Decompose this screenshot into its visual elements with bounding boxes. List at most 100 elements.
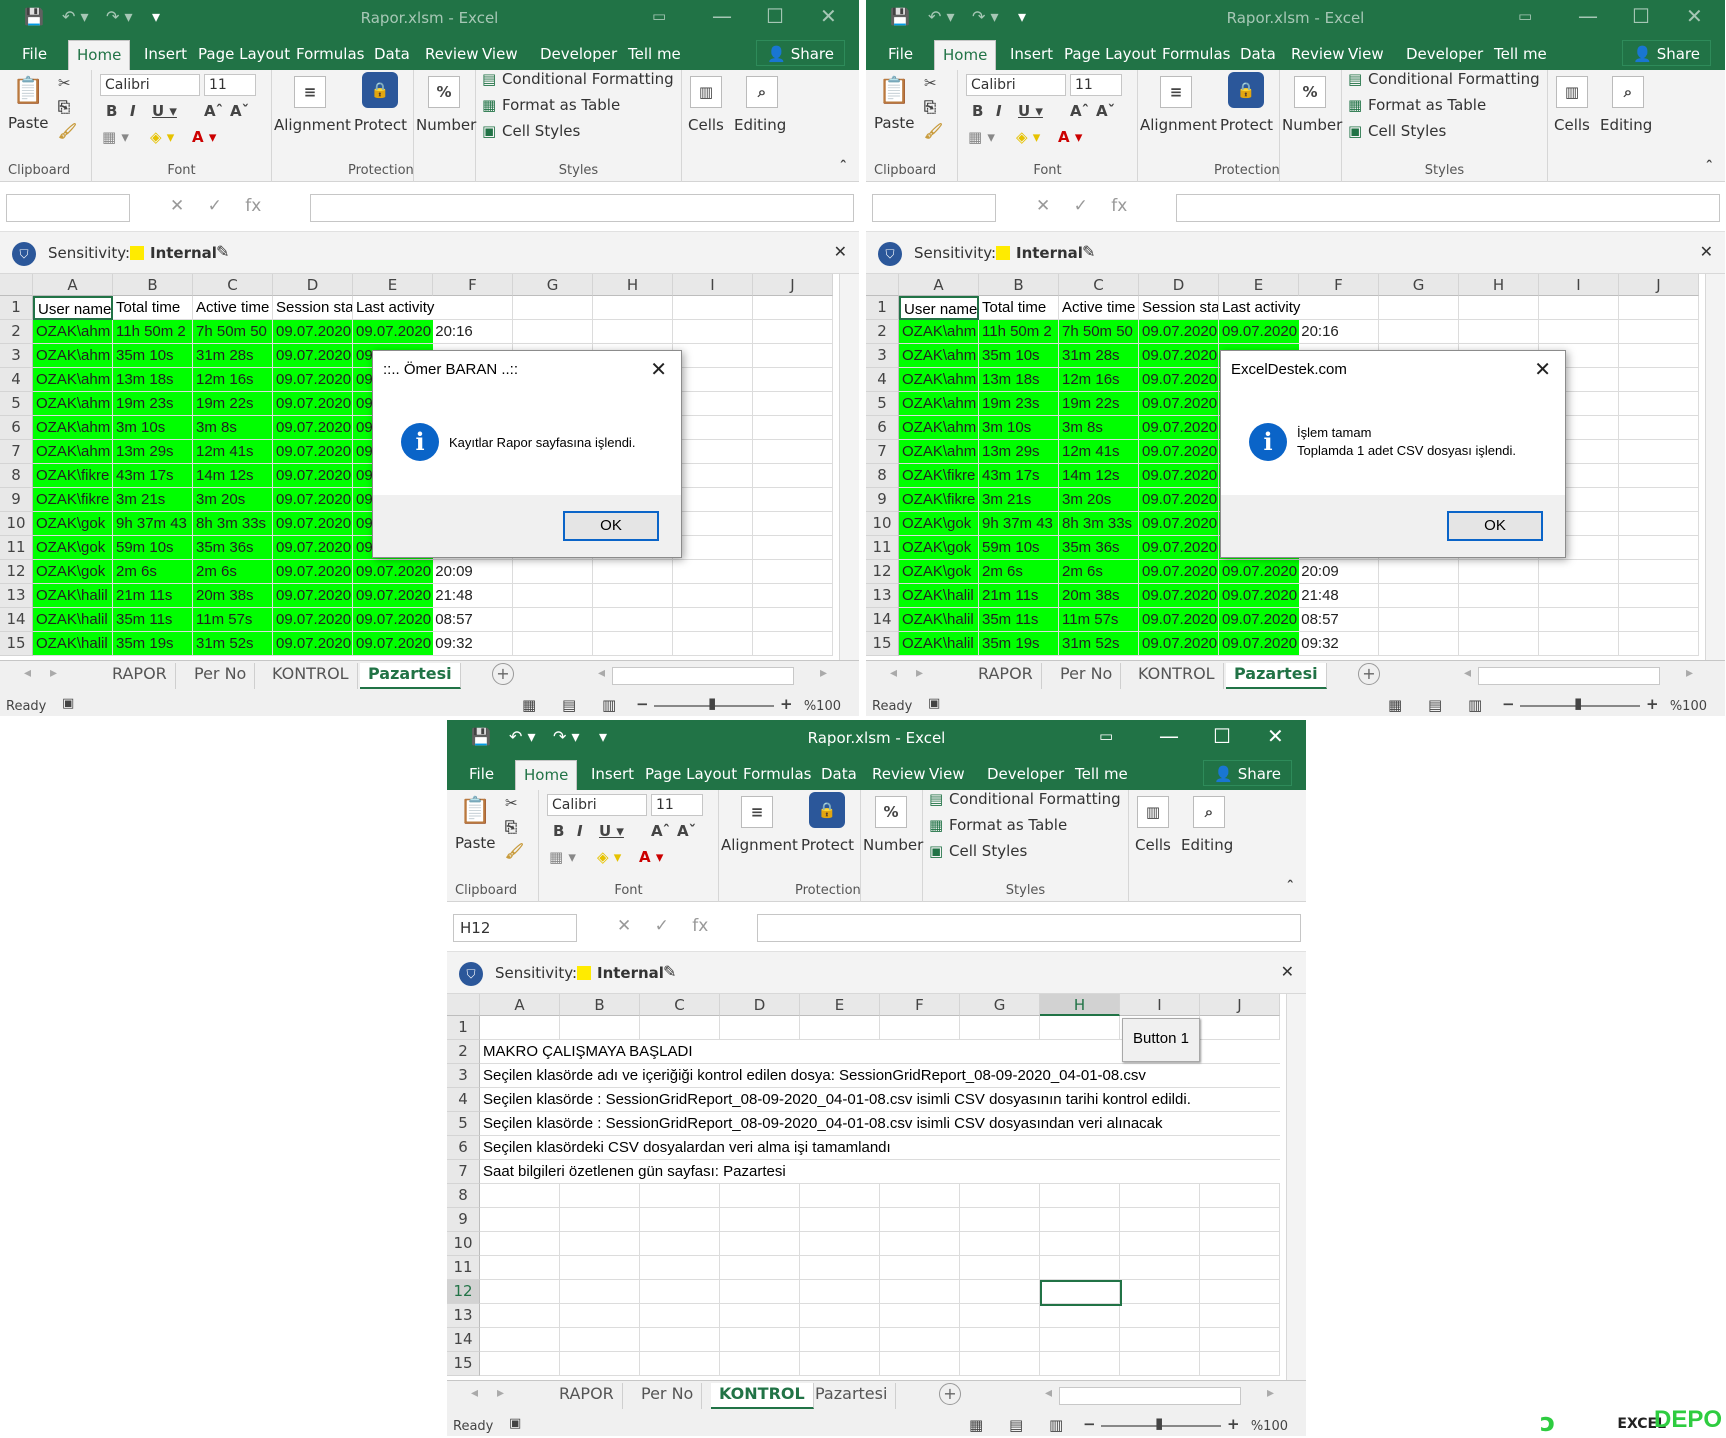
cell-empty[interactable] <box>1200 1232 1280 1256</box>
number-button[interactable]: Number <box>863 836 923 854</box>
cell-data[interactable]: 09.07.2020 <box>1139 440 1219 464</box>
editing-button[interactable]: Editing <box>1181 836 1233 854</box>
cell-data[interactable]: 13m 29s <box>979 440 1059 464</box>
cell-empty[interactable] <box>1459 296 1539 320</box>
cell-empty[interactable] <box>673 608 753 632</box>
number-button[interactable]: Number <box>1282 116 1342 134</box>
cell-empty[interactable] <box>880 1328 960 1352</box>
horizontal-scrollbar[interactable] <box>1059 1387 1241 1405</box>
cell-data[interactable]: 35m 36s <box>193 536 273 560</box>
sheet-tab-kontrol[interactable]: KONTROL <box>711 1383 814 1409</box>
cell-data[interactable]: OZAK\ahm <box>899 440 979 464</box>
cell-empty[interactable] <box>1539 296 1619 320</box>
zoom-in-icon[interactable]: + <box>1646 695 1659 713</box>
cell-data[interactable]: OZAK\ahm <box>899 392 979 416</box>
cut-icon[interactable]: ✂ <box>58 74 71 92</box>
cell-empty[interactable] <box>480 1280 560 1304</box>
row-header-7[interactable]: 7 <box>447 1160 480 1184</box>
tab-tell-me[interactable]: Tell me <box>1494 45 1547 63</box>
column-header-A[interactable]: A <box>899 274 979 296</box>
cell-empty[interactable] <box>1459 320 1539 344</box>
tab-developer[interactable]: Developer <box>540 45 617 63</box>
cell-data[interactable]: OZAK\gok <box>33 512 113 536</box>
cell-header-3[interactable]: Session sta <box>273 296 353 320</box>
cell-data[interactable]: 09.07.2020 <box>273 560 353 584</box>
cell-data[interactable]: 2m 6s <box>113 560 193 584</box>
underline-icon[interactable]: U ▾ <box>599 822 624 840</box>
cell-empty[interactable] <box>1040 1160 1120 1184</box>
next-sheet-icon[interactable]: ▸ <box>50 665 57 681</box>
select-all-corner[interactable] <box>447 994 480 1016</box>
tab-insert[interactable]: Insert <box>144 45 187 63</box>
row-header-11[interactable]: 11 <box>447 1256 480 1280</box>
cell-data[interactable]: 09.07.2020 <box>273 488 353 512</box>
cell-empty[interactable] <box>1379 560 1459 584</box>
cell-empty[interactable] <box>560 1184 640 1208</box>
cell-empty[interactable] <box>1120 1184 1200 1208</box>
cell-data[interactable]: 09.07.2020 <box>1139 560 1219 584</box>
cell-empty[interactable] <box>1619 464 1699 488</box>
copy-icon[interactable]: ⎘ <box>924 98 936 116</box>
underline-icon[interactable]: U ▾ <box>1018 102 1043 120</box>
row-header-5[interactable]: 5 <box>0 392 33 416</box>
cell-data[interactable]: 35m 11s <box>979 608 1059 632</box>
tab-file[interactable]: File <box>22 45 47 63</box>
cell-empty[interactable] <box>560 1280 640 1304</box>
tab-home[interactable]: Home <box>68 40 131 70</box>
cell-data[interactable]: 09.07.2020 <box>1139 416 1219 440</box>
cell-data[interactable]: 19m 22s <box>193 392 273 416</box>
cell-empty[interactable] <box>480 1328 560 1352</box>
cell-data[interactable]: 7h 50m 50 <box>193 320 273 344</box>
cell-data[interactable]: 13m 18s <box>113 368 193 392</box>
cell-empty[interactable] <box>800 1304 880 1328</box>
cell-empty[interactable] <box>800 1256 880 1280</box>
cell-data[interactable]: 35m 19s <box>979 632 1059 656</box>
cell-empty[interactable] <box>960 1328 1040 1352</box>
cell-empty[interactable] <box>1619 632 1699 656</box>
cell-empty[interactable] <box>800 1184 880 1208</box>
cell-data[interactable]: 11m 57s <box>193 608 273 632</box>
cell-empty[interactable] <box>1200 1280 1280 1304</box>
cell-empty[interactable] <box>880 1352 960 1376</box>
row-header-2[interactable]: 2 <box>866 320 899 344</box>
sheet-tab-per-no[interactable]: Per No <box>1052 663 1122 689</box>
cell-empty[interactable] <box>640 1184 720 1208</box>
column-header-C[interactable]: C <box>1059 274 1139 296</box>
page-layout-view-icon[interactable]: ▤ <box>562 696 576 714</box>
decrease-font-icon[interactable]: Aˇ <box>1096 102 1115 120</box>
protect-button[interactable]: Protect <box>354 116 407 134</box>
cell-header-2[interactable]: Active time <box>193 296 273 320</box>
cell-data[interactable]: OZAK\ahm <box>33 368 113 392</box>
format-painter-icon[interactable]: 🖌 <box>924 122 943 140</box>
cell-data[interactable]: 09.07.2020 09:32 <box>1219 632 1339 656</box>
normal-view-icon[interactable]: ▦ <box>522 696 536 714</box>
cell-empty[interactable] <box>673 416 753 440</box>
cell-empty[interactable] <box>480 1232 560 1256</box>
hscroll-left-icon[interactable]: ◂ <box>1464 665 1471 681</box>
cell-data[interactable]: OZAK\halil <box>899 632 979 656</box>
zoom-slider-thumb[interactable]: ▮ <box>1155 1414 1163 1432</box>
tab-tell-me[interactable]: Tell me <box>628 45 681 63</box>
kontrol-line-5[interactable]: Seçilen klasördeki CSV dosyalardan veri … <box>480 1136 891 1160</box>
cell-data[interactable]: 09.07.2020 08:57 <box>1219 608 1339 632</box>
cell-empty[interactable] <box>513 632 593 656</box>
cell-empty[interactable] <box>720 1232 800 1256</box>
cell-empty[interactable] <box>720 1280 800 1304</box>
cell-empty[interactable] <box>513 560 593 584</box>
cell-empty[interactable] <box>673 632 753 656</box>
zoom-level[interactable]: %100 <box>804 699 841 714</box>
copy-icon[interactable]: ⎘ <box>58 98 70 116</box>
cell-empty[interactable] <box>753 560 833 584</box>
tab-data[interactable]: Data <box>1240 45 1276 63</box>
ribbon-display-icon[interactable]: ▭ <box>652 7 666 25</box>
cell-empty[interactable] <box>753 392 833 416</box>
column-header-G[interactable]: G <box>513 274 593 296</box>
row-header-14[interactable]: 14 <box>447 1328 480 1352</box>
cell-empty[interactable] <box>1539 320 1619 344</box>
format-as-table-button[interactable]: Format as Table <box>502 96 620 114</box>
minimize-icon[interactable]: — <box>1578 4 1598 28</box>
column-header-J[interactable]: J <box>1619 274 1699 296</box>
conditional-formatting-button[interactable]: Conditional Formatting <box>949 790 1121 808</box>
font-size-box[interactable]: 11 <box>651 794 703 816</box>
cell-data[interactable]: 35m 19s <box>113 632 193 656</box>
